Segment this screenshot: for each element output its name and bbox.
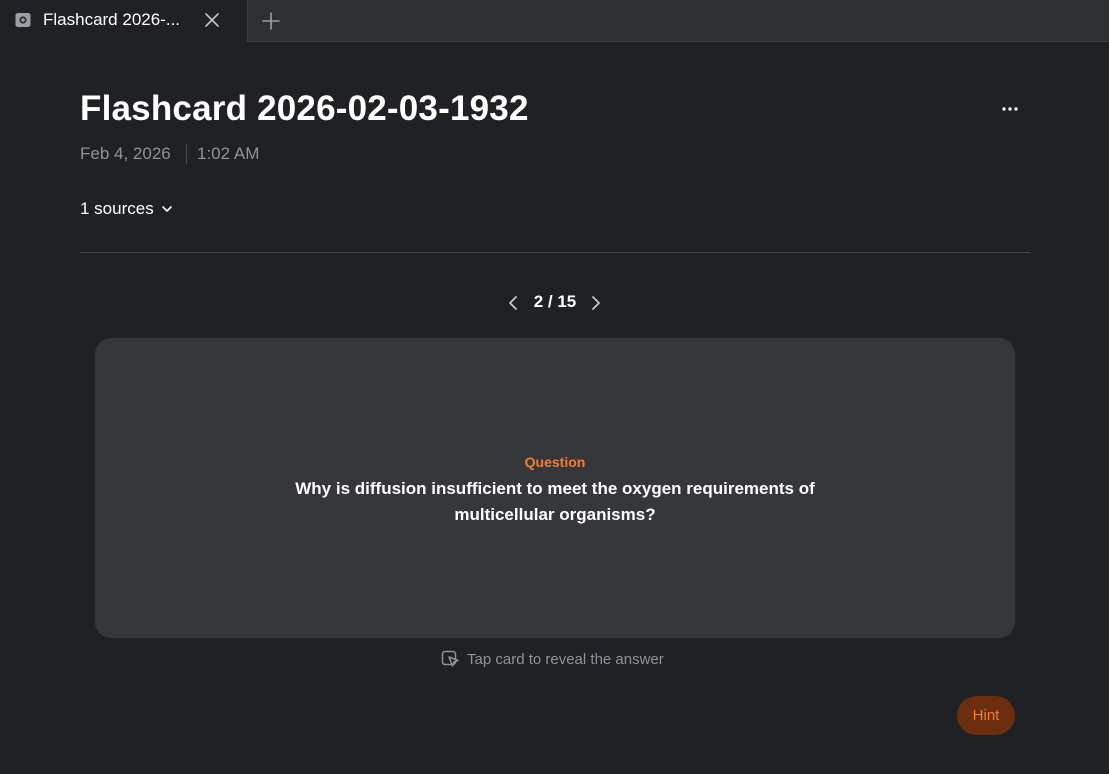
sources-toggle[interactable]: 1 sources xyxy=(80,198,174,220)
created-date: Feb 4, 2026 xyxy=(80,144,171,163)
chevron-right-icon[interactable] xyxy=(586,292,606,314)
card-side-label: Question xyxy=(524,454,586,470)
hint-button[interactable]: Hint xyxy=(957,696,1015,735)
chevron-down-icon xyxy=(161,206,172,212)
reveal-hint-text: Tap card to reveal the answer xyxy=(467,650,664,668)
header-divider xyxy=(80,252,1030,253)
notebook-icon xyxy=(15,13,31,27)
plus-icon[interactable] xyxy=(261,11,281,31)
card-counter: 2 / 15 xyxy=(533,292,577,311)
reveal-hint: Tap card to reveal the answer xyxy=(441,649,664,669)
page-title: Flashcard 2026-02-03-1932 xyxy=(80,89,529,128)
tab-title: Flashcard 2026-... xyxy=(43,10,181,29)
tap-card-icon xyxy=(441,650,459,667)
tab-flashcard[interactable]: Flashcard 2026-... xyxy=(0,0,247,42)
more-horizontal-icon[interactable] xyxy=(998,99,1022,119)
close-icon[interactable] xyxy=(203,11,221,29)
flashcard[interactable]: Question Why is diffusion insufficient t… xyxy=(95,338,1015,638)
created-time: 1:02 AM xyxy=(197,144,260,163)
meta-divider xyxy=(186,144,187,164)
tab-bar: Flashcard 2026-... xyxy=(0,0,1109,42)
sources-label: 1 sources xyxy=(80,199,154,218)
chevron-left-icon[interactable] xyxy=(503,292,523,314)
tab-divider xyxy=(247,0,248,42)
card-question-text: Why is diffusion insufficient to meet th… xyxy=(295,479,815,524)
